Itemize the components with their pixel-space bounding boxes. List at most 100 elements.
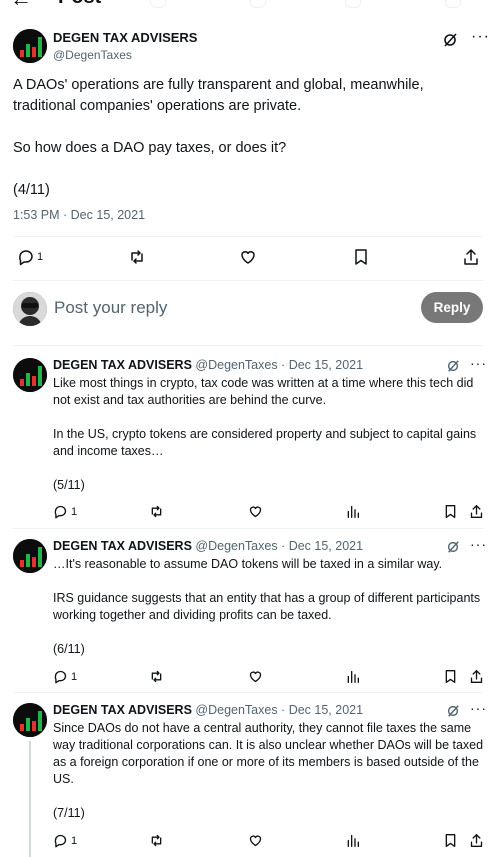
watermark-icon xyxy=(150,0,166,8)
views-action[interactable] xyxy=(345,669,360,684)
like-action[interactable] xyxy=(248,833,263,848)
repost-icon xyxy=(131,250,143,264)
reply-input[interactable]: Post your reply xyxy=(54,298,167,318)
author-avatar[interactable] xyxy=(13,703,47,737)
post-text: Like most things in crypto, tax code was… xyxy=(53,375,485,494)
more-options-icon[interactable]: ··· xyxy=(471,28,490,46)
tweet-paragraph: A DAOs' operations are fully transparent… xyxy=(13,77,424,114)
page-title: Post xyxy=(58,0,101,8)
post-paragraph: (7/11) xyxy=(53,806,85,820)
author-avatar[interactable] xyxy=(13,539,47,573)
post-header: DEGEN TAX ADVISERS @DegenTaxes · Dec 15,… xyxy=(53,539,363,553)
degen-logo-icon xyxy=(13,358,47,392)
post-meta[interactable]: @DegenTaxes · Dec 15, 2021 xyxy=(195,358,363,372)
repost-icon xyxy=(151,834,162,847)
post-header: DEGEN TAX ADVISERS @DegenTaxes · Dec 15,… xyxy=(53,358,363,372)
grok-icon[interactable] xyxy=(446,540,460,557)
like-action[interactable] xyxy=(248,669,263,684)
like-action[interactable] xyxy=(248,504,263,519)
heart-icon xyxy=(241,251,255,264)
reply-action[interactable]: 1 xyxy=(53,504,77,519)
watermark-icon xyxy=(445,0,461,8)
bookmark-icon xyxy=(355,249,367,265)
post-paragraph: (5/11) xyxy=(53,478,85,492)
repost-action[interactable] xyxy=(128,248,146,266)
user-avatar[interactable] xyxy=(13,292,47,326)
share-action[interactable] xyxy=(469,504,484,519)
share-icon xyxy=(470,505,483,518)
post-paragraph: IRS guidance suggests that an entity tha… xyxy=(53,591,481,622)
watermark-icon xyxy=(345,0,361,8)
grok-icon[interactable] xyxy=(446,359,460,376)
heart-icon xyxy=(249,671,262,683)
heart-icon xyxy=(249,835,262,847)
grok-icon[interactable] xyxy=(442,32,458,53)
degen-logo-icon xyxy=(13,539,47,573)
post-paragraph: Like most things in crypto, tax code was… xyxy=(53,376,474,407)
post-meta[interactable]: @DegenTaxes · Dec 15, 2021 xyxy=(195,539,363,553)
analytics-icon xyxy=(347,670,359,683)
back-arrow-icon[interactable]: ← xyxy=(10,0,32,10)
post-paragraph: (6/11) xyxy=(53,642,85,656)
reply-icon xyxy=(54,505,67,519)
bookmark-action[interactable] xyxy=(352,248,370,266)
repost-action[interactable] xyxy=(149,669,164,684)
reply-action[interactable]: 1 xyxy=(53,669,77,684)
watermark-icon xyxy=(250,0,266,8)
divider xyxy=(13,280,483,281)
tweet-actions: 1 xyxy=(0,248,492,270)
reply-action[interactable]: 1 xyxy=(53,833,77,848)
post-paragraph: In the US, crypto tokens are considered … xyxy=(53,427,477,458)
repost-action[interactable] xyxy=(149,504,164,519)
bookmark-action[interactable] xyxy=(443,504,458,519)
bookmark-action[interactable] xyxy=(443,669,458,684)
more-options-icon[interactable]: ··· xyxy=(470,536,487,552)
share-icon xyxy=(464,249,478,265)
bookmark-icon xyxy=(445,670,456,683)
post-meta[interactable]: @DegenTaxes · Dec 15, 2021 xyxy=(195,703,363,717)
post-paragraph: Since DAOs do not have a central authori… xyxy=(53,721,484,786)
author-name[interactable]: DEGEN TAX ADVISERS xyxy=(53,358,192,372)
author-name[interactable]: DEGEN TAX ADVISERS xyxy=(53,703,192,717)
more-options-icon[interactable]: ··· xyxy=(470,355,487,371)
reply-action[interactable]: 1 xyxy=(17,248,43,266)
author-avatar[interactable] xyxy=(13,358,47,392)
reply-button[interactable]: Reply xyxy=(421,292,483,323)
views-action[interactable] xyxy=(345,504,360,519)
reply-icon xyxy=(54,834,67,848)
tweet-text: A DAOs' operations are fully transparent… xyxy=(13,75,483,201)
share-icon xyxy=(470,834,483,847)
share-action[interactable] xyxy=(462,248,480,266)
divider xyxy=(13,528,483,529)
post-header: DEGEN TAX ADVISERS @DegenTaxes · Dec 15,… xyxy=(53,703,363,717)
author-avatar[interactable] xyxy=(13,29,47,63)
grok-icon[interactable] xyxy=(446,704,460,721)
reply-count: 1 xyxy=(71,670,78,683)
post-actions: 1 xyxy=(0,669,492,685)
more-options-icon[interactable]: ··· xyxy=(470,700,487,716)
post-text: …It's reasonable to assume DAO tokens wi… xyxy=(53,556,485,658)
divider xyxy=(13,345,483,346)
tweet-timestamp[interactable]: 1:53 PM · Dec 15, 2021 xyxy=(13,208,145,222)
repost-action[interactable] xyxy=(149,833,164,848)
author-name[interactable]: DEGEN TAX ADVISERS xyxy=(53,539,192,553)
tweet-paragraph: So how does a DAO pay taxes, or does it? xyxy=(13,140,287,156)
like-action[interactable] xyxy=(239,248,257,266)
top-bar: ← Post xyxy=(0,0,492,12)
post-text: Since DAOs do not have a central authori… xyxy=(53,720,485,822)
share-icon xyxy=(470,670,483,683)
post-paragraph: …It's reasonable to assume DAO tokens wi… xyxy=(53,557,443,571)
divider xyxy=(13,236,483,237)
author-name[interactable]: DEGEN TAX ADVISERS xyxy=(53,30,197,45)
bookmark-action[interactable] xyxy=(443,833,458,848)
analytics-icon xyxy=(347,834,359,847)
reply-count: 1 xyxy=(37,251,44,263)
views-action[interactable] xyxy=(345,833,360,848)
degen-logo-icon xyxy=(13,29,47,63)
post-actions: 1 xyxy=(0,833,492,849)
share-action[interactable] xyxy=(469,669,484,684)
share-action[interactable] xyxy=(469,833,484,848)
divider xyxy=(13,692,483,693)
tweet-paragraph: (4/11) xyxy=(13,182,50,198)
author-handle[interactable]: @DegenTaxes xyxy=(53,48,132,62)
